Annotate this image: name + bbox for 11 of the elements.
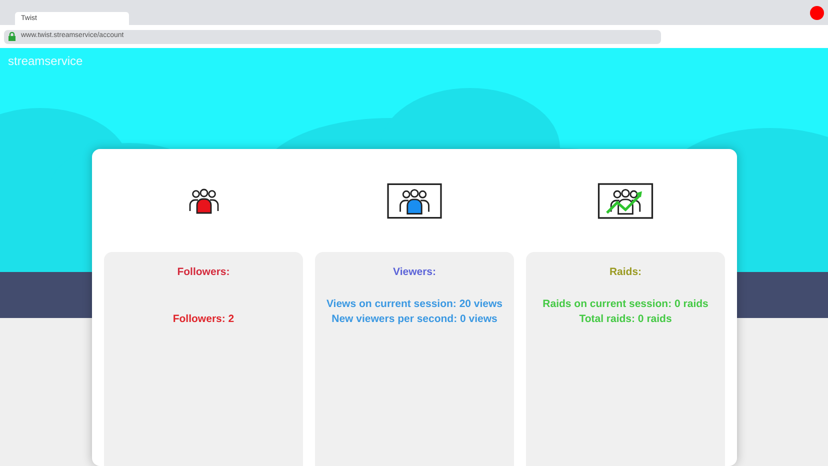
people-frame-icon [387,182,442,218]
stat-text: Views on current session: 20 views [326,296,503,312]
card-title: Followers: [177,265,230,280]
stat-text: New viewers per second: 0 views [332,312,498,327]
card-title: Viewers: [393,265,436,280]
stat-text: Raids on current session: 0 raids [542,296,708,312]
lock-icon [8,32,16,41]
card-title: Raids: [609,265,642,280]
people-chart-icon [597,182,654,218]
stat-text: Followers: 2 [172,312,234,327]
stat-text: Total raids: 0 raids [579,312,672,327]
